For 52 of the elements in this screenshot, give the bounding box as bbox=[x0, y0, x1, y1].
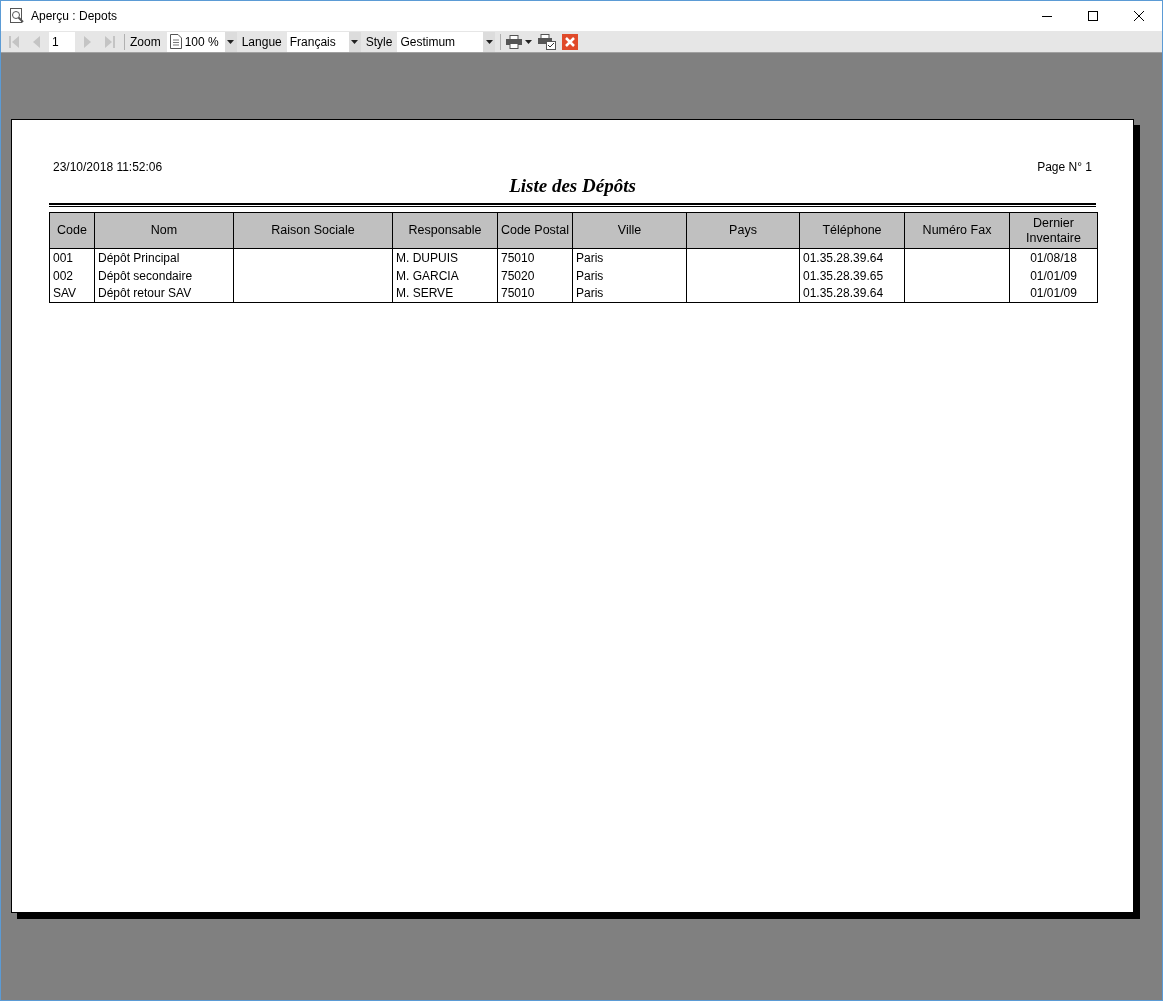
window-title: Aperçu : Depots bbox=[31, 8, 118, 25]
table-cell: 75010 bbox=[501, 286, 535, 301]
table-cell: 75010 bbox=[501, 250, 535, 265]
table-cell: 01.35.28.39.64 bbox=[803, 286, 884, 301]
column-header: Nom bbox=[94, 212, 234, 249]
column-header: Raison Sociale bbox=[233, 212, 393, 249]
column-header: Dernier Inventaire bbox=[1009, 212, 1098, 249]
preview-icon bbox=[9, 8, 25, 24]
page-field[interactable]: 1 bbox=[49, 31, 75, 52]
table-cell: SAV bbox=[53, 286, 77, 301]
column-header: Responsable bbox=[392, 212, 498, 249]
table-cell: 01/08/18 bbox=[1030, 250, 1077, 265]
column-header: Pays bbox=[686, 212, 800, 249]
column-header: Téléphone bbox=[799, 212, 905, 249]
page-number: Page N° 1 bbox=[1037, 159, 1092, 176]
table-cell: M. SERVE bbox=[396, 286, 454, 301]
print-date: 23/10/2018 11:52:06 bbox=[53, 159, 163, 176]
table-cell: Dépôt secondaire bbox=[98, 268, 193, 283]
table-cell: Dépôt retour SAV bbox=[98, 286, 192, 301]
close-preview-button[interactable] bbox=[562, 33, 579, 50]
table-cell: 01.35.28.39.65 bbox=[803, 268, 884, 283]
zoom-dropdown[interactable]: 100 % bbox=[166, 31, 237, 52]
table-cell: Paris bbox=[576, 250, 604, 265]
maximize-icon bbox=[1088, 11, 1098, 21]
report-title: Liste des Dépôts bbox=[509, 176, 636, 196]
close-icon bbox=[1134, 11, 1144, 21]
caret-icon bbox=[485, 39, 493, 44]
language-label: Langue bbox=[241, 33, 282, 51]
column-header: Code bbox=[49, 212, 95, 249]
table-cell: 01/01/09 bbox=[1030, 286, 1077, 301]
table-cell: 01/01/09 bbox=[1030, 268, 1077, 283]
table-cell: 002 bbox=[53, 268, 74, 283]
table-cell: M. GARCIA bbox=[396, 268, 459, 283]
zoom-label: Zoom bbox=[130, 33, 161, 51]
caret-icon bbox=[525, 39, 533, 44]
table-cell: 001 bbox=[53, 250, 74, 265]
caret-icon bbox=[351, 39, 359, 44]
table-cell: Dépôt Principal bbox=[98, 250, 180, 265]
language-dropdown[interactable]: Français bbox=[286, 31, 361, 52]
column-header: Code Postal bbox=[497, 212, 573, 249]
style-label: Style bbox=[365, 33, 393, 51]
table-cell: 75020 bbox=[501, 268, 535, 283]
caret-icon bbox=[227, 39, 235, 44]
column-header: Ville bbox=[572, 212, 687, 249]
table-cell: M. DUPUIS bbox=[396, 250, 458, 265]
table-cell: 01.35.28.39.64 bbox=[803, 250, 884, 265]
page-icon bbox=[169, 34, 182, 49]
table-cell: Paris bbox=[576, 268, 604, 283]
table-cell: Paris bbox=[576, 286, 604, 301]
style-dropdown[interactable]: Gestimum bbox=[397, 31, 496, 52]
column-header: Numéro Fax bbox=[904, 212, 1010, 249]
print-setup-button[interactable] bbox=[538, 31, 557, 52]
